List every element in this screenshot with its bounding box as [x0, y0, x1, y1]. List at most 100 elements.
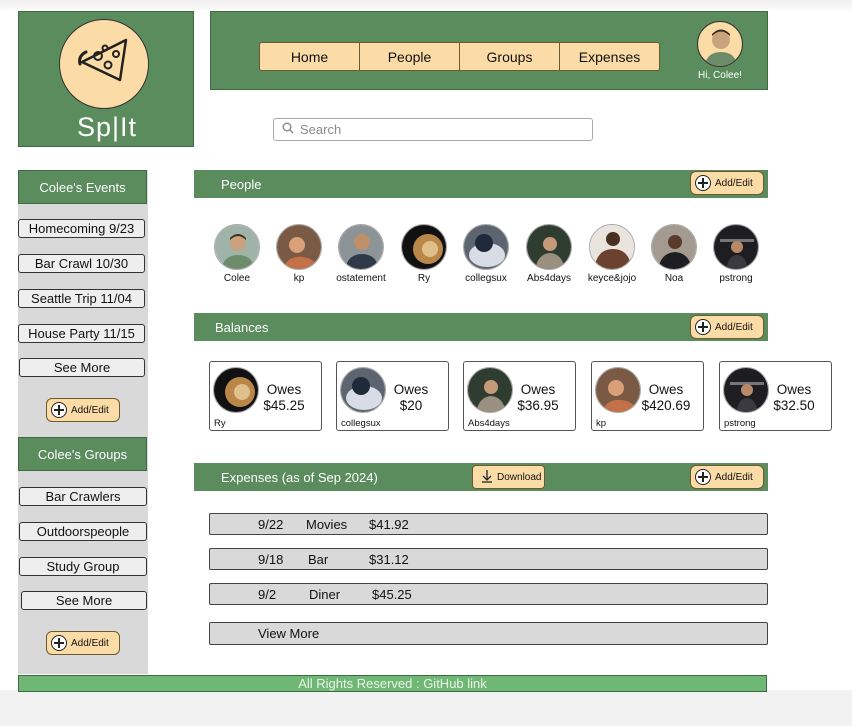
person-name: collegsux: [465, 273, 507, 284]
balance-card[interactable]: pstrong Owes $32.50: [719, 361, 832, 431]
balance-person-name: pstrong: [724, 418, 756, 429]
balance-card[interactable]: Abs4days Owes $36.95: [463, 361, 576, 431]
logo-panel[interactable]: Sp|It: [18, 11, 194, 147]
add-edit-label: Add/Edit: [71, 404, 109, 416]
top-nav-bar: Home People Groups Expenses Hi, Colee!: [210, 11, 768, 90]
plus-circle-icon: [51, 635, 67, 651]
add-edit-label: Add/Edit: [715, 321, 753, 333]
balance-card[interactable]: collegsux Owes $20: [336, 361, 449, 431]
person-avatar: [340, 367, 386, 413]
search-icon: [282, 121, 294, 139]
balances-add-edit-button[interactable]: Add/Edit: [690, 315, 764, 339]
person-card[interactable]: pstrong: [703, 224, 769, 284]
person-avatar: [589, 224, 635, 270]
balance-amount: Owes $36.95: [509, 382, 567, 414]
person-name: pstrong: [719, 273, 753, 284]
add-edit-label: Add/Edit: [715, 177, 753, 189]
top-strip: [0, 0, 852, 10]
expense-date: 9/22: [258, 517, 284, 532]
person-avatar: [467, 367, 513, 413]
expense-row[interactable]: 9/22 Movies $41.92: [209, 513, 768, 535]
nav-menu: Home People Groups Expenses: [259, 42, 660, 71]
person-avatar: [213, 367, 259, 413]
person-avatar: [723, 367, 769, 413]
add-edit-label: Add/Edit: [71, 637, 109, 649]
search-input[interactable]: [300, 122, 560, 137]
person-card[interactable]: Abs4days: [516, 224, 582, 284]
download-button[interactable]: Download: [472, 465, 545, 489]
expenses-add-edit-button[interactable]: Add/Edit: [690, 465, 764, 489]
footer: All Rights Reserved : GitHub link: [18, 675, 767, 692]
person-avatar: [401, 224, 447, 270]
groups-section-title: Colee's Groups: [18, 437, 147, 471]
people-add-edit-button[interactable]: Add/Edit: [690, 171, 764, 195]
balance-amount: Owes $45.25: [255, 382, 313, 414]
person-name: ostatement: [336, 273, 386, 284]
balance-amount: Owes $420.69: [637, 382, 695, 414]
user-greeting: Hi, Colee!: [698, 70, 742, 81]
balance-card[interactable]: Ry Owes $45.25: [209, 361, 322, 431]
person-card[interactable]: Noa: [641, 224, 707, 284]
expense-row[interactable]: 9/2 Diner $45.25: [209, 583, 768, 605]
sidebar: Colee's Events Homecoming 9/23 Bar Crawl…: [18, 170, 148, 674]
person-card[interactable]: collegsux: [453, 224, 519, 284]
add-edit-label: Add/Edit: [715, 471, 753, 483]
app-logo-text: Sp|It: [76, 112, 138, 142]
person-card[interactable]: Colee: [204, 224, 270, 284]
person-name: kp: [293, 273, 305, 284]
owes-label: Owes: [393, 382, 429, 397]
view-more-button[interactable]: View More: [209, 622, 768, 645]
nav-people-button[interactable]: People: [360, 43, 460, 70]
owed-amount: $32.50: [773, 398, 815, 413]
pizza-logo-icon: [59, 19, 149, 109]
nav-groups-button[interactable]: Groups: [460, 43, 560, 70]
person-avatar: [595, 367, 641, 413]
person-card[interactable]: Ry: [391, 224, 457, 284]
balance-person-name: Ry: [214, 418, 226, 429]
event-item[interactable]: Homecoming 9/23: [18, 219, 145, 238]
groups-add-edit-button[interactable]: Add/Edit: [46, 631, 120, 655]
person-card[interactable]: keyce&jojo: [579, 224, 645, 284]
balance-person-name: collegsux: [341, 418, 381, 429]
person-avatar: [338, 224, 384, 270]
balance-person-name: kp: [596, 418, 607, 429]
event-item[interactable]: House Party 11/15: [18, 324, 145, 343]
owed-amount: $420.69: [641, 398, 691, 413]
person-avatar: [526, 224, 572, 270]
balances-section-header: Balances: [194, 313, 768, 341]
search-bar[interactable]: [273, 118, 593, 141]
person-avatar: [713, 224, 759, 270]
owed-amount: $45.25: [263, 398, 305, 413]
footer-link[interactable]: All Rights Reserved : GitHub link: [298, 676, 487, 691]
person-name: Ry: [417, 273, 431, 284]
person-name: Noa: [664, 273, 684, 284]
balance-amount: Owes $20: [382, 382, 440, 414]
expense-description: Bar: [308, 552, 329, 567]
event-item[interactable]: Seattle Trip 11/04: [18, 289, 145, 308]
groups-see-more-button[interactable]: See More: [21, 591, 147, 610]
expenses-title: Expenses (as of Sep 2024): [221, 469, 378, 485]
group-item[interactable]: Study Group: [19, 557, 147, 576]
person-card[interactable]: ostatement: [328, 224, 394, 284]
nav-expenses-button[interactable]: Expenses: [560, 43, 659, 70]
event-item[interactable]: Bar Crawl 10/30: [18, 254, 145, 273]
expense-date: 9/2: [258, 587, 277, 602]
balance-card[interactable]: kp Owes $420.69: [591, 361, 704, 431]
owed-amount: $36.95: [517, 398, 559, 413]
owed-amount: $20: [399, 398, 423, 413]
plus-circle-icon: [695, 469, 711, 485]
nav-home-button[interactable]: Home: [260, 43, 360, 70]
events-see-more-button[interactable]: See More: [19, 358, 145, 377]
events-add-edit-button[interactable]: Add/Edit: [46, 398, 120, 422]
group-item[interactable]: Bar Crawlers: [19, 487, 147, 506]
person-card[interactable]: kp: [266, 224, 332, 284]
expense-amount: $41.92: [369, 517, 409, 532]
group-item[interactable]: Outdoorspeople: [19, 522, 147, 541]
user-avatar[interactable]: [697, 21, 743, 67]
expense-amount: $31.12: [369, 552, 409, 567]
expense-row[interactable]: 9/18 Bar $31.12: [209, 548, 768, 570]
person-avatar: [276, 224, 322, 270]
person-avatar: [214, 224, 260, 270]
people-section-header: People: [194, 170, 768, 198]
expense-date: 9/18: [258, 552, 284, 567]
